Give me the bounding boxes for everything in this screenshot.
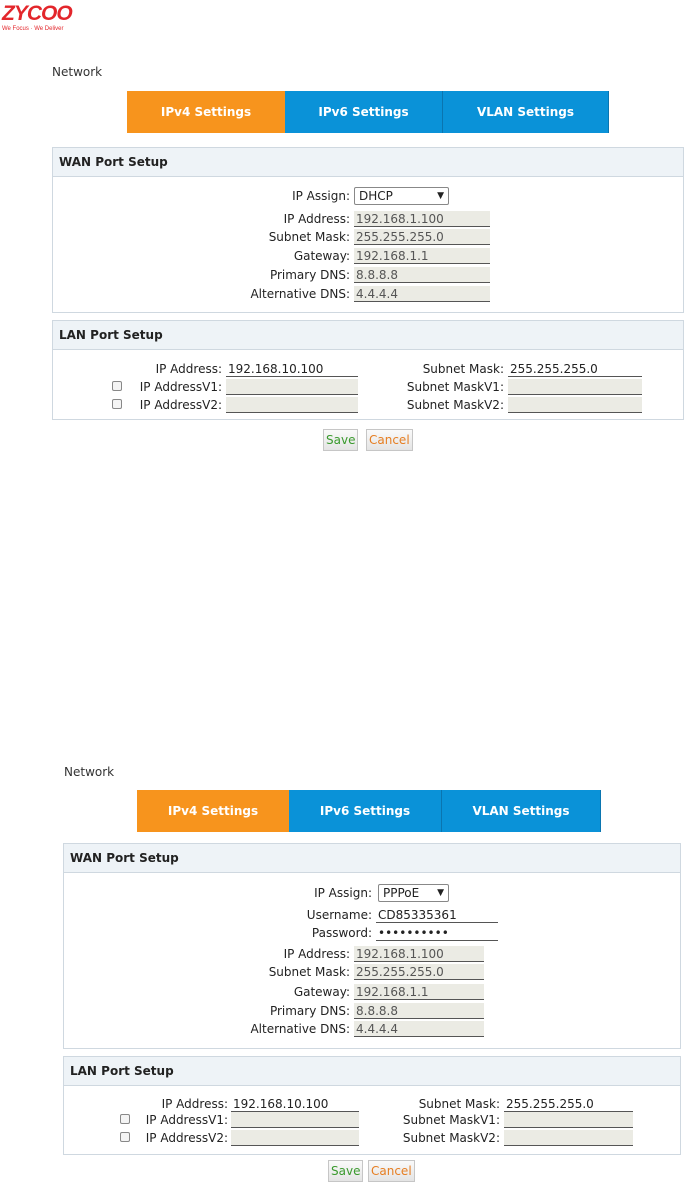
tab-ipv4-settings[interactable]: IPv4 Settings — [137, 790, 289, 832]
wan-gateway-label: Gateway: — [293, 249, 350, 263]
ip-assign-label: IP Assign: — [314, 886, 372, 900]
lan-ip-address-label: IP Address: — [155, 362, 222, 376]
cancel-button[interactable]: Cancel — [368, 1160, 415, 1182]
wan-primary-dns-field[interactable]: 8.8.8.8 — [354, 1003, 484, 1019]
chevron-down-icon: ▼ — [437, 888, 444, 898]
lan-subnet-mask-field[interactable]: 255.255.255.0 — [508, 361, 642, 377]
wan-subnet-mask-label: Subnet Mask: — [268, 230, 350, 244]
lan-subnet-mask-label: Subnet Mask: — [418, 1097, 500, 1111]
wan-alternative-dns-label: Alternative DNS: — [250, 287, 350, 301]
wan-alternative-dns-field[interactable]: 4.4.4.4 — [354, 1021, 484, 1037]
logo-wordmark: ZYCOO — [2, 2, 73, 25]
lan-ip-address-field[interactable]: 192.168.10.100 — [226, 361, 358, 377]
tab-ipv6-settings[interactable]: IPv6 Settings — [285, 91, 443, 133]
ip-addressv1-label: IP AddressV1: — [145, 1113, 228, 1127]
password-label: Password: — [311, 926, 372, 940]
lan-subnet-mask-label: Subnet Mask: — [422, 362, 504, 376]
cancel-button[interactable]: Cancel — [366, 429, 413, 451]
zycoo-logo: ZYCOO We Focus · We Deliver — [2, 3, 92, 33]
ip-addressv1-field[interactable] — [231, 1112, 359, 1128]
wan-gateway-field[interactable]: 192.168.1.1 — [354, 984, 484, 1000]
settings-tabs: IPv4 Settings IPv6 Settings VLAN Setting… — [127, 91, 609, 133]
lan-port-title: LAN Port Setup — [53, 321, 683, 350]
tab-vlan-settings[interactable]: VLAN Settings — [442, 790, 601, 832]
wan-gateway-label: Gateway: — [293, 985, 350, 999]
tab-vlan-settings[interactable]: VLAN Settings — [443, 91, 609, 133]
wan-port-title: WAN Port Setup — [64, 844, 680, 873]
ip-assign-value: PPPoE — [383, 886, 420, 900]
settings-tabs: IPv4 Settings IPv6 Settings VLAN Setting… — [137, 790, 601, 832]
password-field[interactable]: •••••••••• — [376, 925, 498, 941]
username-label: Username: — [306, 908, 372, 922]
wan-ip-address-label: IP Address: — [283, 947, 350, 961]
subnet-maskv2-field[interactable] — [508, 397, 642, 413]
ip-assign-value: DHCP — [359, 189, 393, 203]
subnet-maskv2-label: Subnet MaskV2: — [402, 1131, 500, 1145]
subnet-maskv2-field[interactable] — [504, 1130, 633, 1146]
ip-addressv2-label: IP AddressV2: — [145, 1131, 228, 1145]
lan-ip-address-label: IP Address: — [161, 1097, 228, 1111]
wan-alternative-dns-field[interactable]: 4.4.4.4 — [354, 286, 490, 302]
section-title: Network — [52, 65, 103, 79]
tab-ipv6-settings[interactable]: IPv6 Settings — [289, 790, 442, 832]
wan-primary-dns-label: Primary DNS: — [269, 268, 350, 282]
section-title: Network — [64, 765, 115, 779]
ip-addressv2-field[interactable] — [231, 1130, 359, 1146]
lan-subnet-mask-field[interactable]: 255.255.255.0 — [504, 1096, 633, 1112]
ip-addressv2-field[interactable] — [226, 397, 358, 413]
wan-subnet-mask-label: Subnet Mask: — [268, 965, 350, 979]
subnet-maskv1-label: Subnet MaskV1: — [406, 380, 504, 394]
subnet-maskv1-field[interactable] — [508, 379, 642, 395]
wan-ip-address-label: IP Address: — [283, 212, 350, 226]
tab-ipv4-settings[interactable]: IPv4 Settings — [127, 91, 285, 133]
wan-alternative-dns-label: Alternative DNS: — [250, 1022, 350, 1036]
lan-ip-address-field[interactable]: 192.168.10.100 — [231, 1096, 359, 1112]
wan-port-title: WAN Port Setup — [53, 148, 683, 177]
logo-tagline: We Focus · We Deliver — [2, 26, 64, 32]
username-field[interactable]: CD85335361 — [376, 907, 498, 923]
wan-subnet-mask-field[interactable]: 255.255.255.0 — [354, 964, 484, 980]
wan-ip-address-field[interactable]: 192.168.1.100 — [354, 946, 484, 962]
subnet-maskv1-field[interactable] — [504, 1112, 633, 1128]
ip-addressv1-label: IP AddressV1: — [139, 380, 222, 394]
wan-subnet-mask-field[interactable]: 255.255.255.0 — [354, 229, 490, 245]
ip-addressv2-label: IP AddressV2: — [139, 398, 222, 412]
ip-addressv1-field[interactable] — [226, 379, 358, 395]
wan-ip-address-field[interactable]: 192.168.1.100 — [354, 211, 490, 227]
ip-assign-select[interactable]: PPPoE ▼ — [378, 884, 449, 902]
chevron-down-icon: ▼ — [437, 191, 444, 201]
wan-primary-dns-field[interactable]: 8.8.8.8 — [354, 267, 490, 283]
subnet-maskv2-label: Subnet MaskV2: — [406, 398, 504, 412]
lan-port-title: LAN Port Setup — [64, 1057, 680, 1086]
ip-assign-label: IP Assign: — [292, 189, 350, 203]
save-button[interactable]: Save — [328, 1160, 364, 1182]
wan-primary-dns-label: Primary DNS: — [269, 1004, 350, 1018]
subnet-maskv1-label: Subnet MaskV1: — [402, 1113, 500, 1127]
ip-assign-select[interactable]: DHCP ▼ — [354, 187, 449, 205]
wan-gateway-field[interactable]: 192.168.1.1 — [354, 248, 490, 264]
save-button[interactable]: Save — [323, 429, 359, 451]
